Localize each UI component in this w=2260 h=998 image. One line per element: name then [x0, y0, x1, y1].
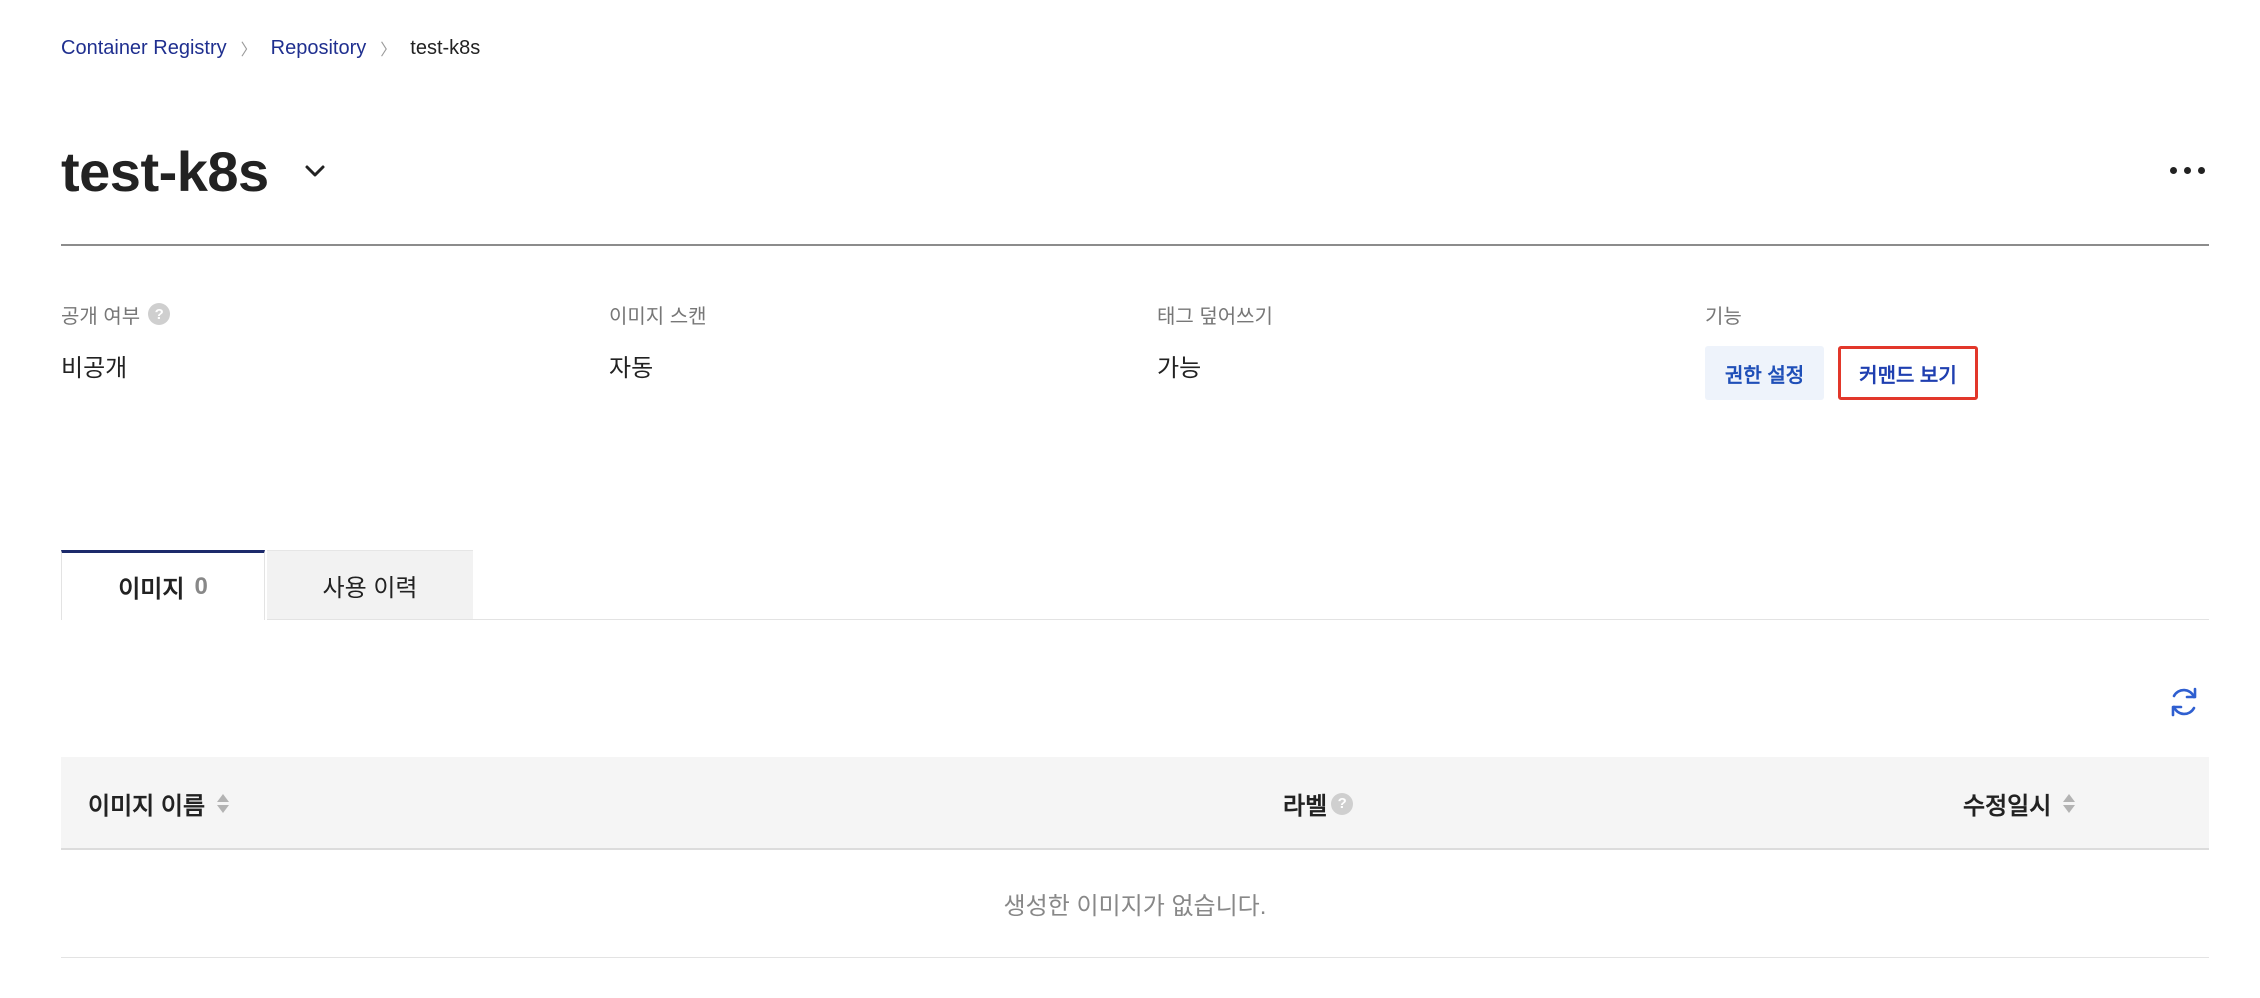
images-table: 이미지 이름 라벨 ? 수정일시 생성한 이미지가 없습니다. [61, 757, 2209, 958]
functions-buttons: 권한 설정 커맨드 보기 [1705, 346, 1978, 400]
chevron-down-icon[interactable] [295, 151, 335, 191]
tab-images[interactable]: 이미지 0 [61, 550, 265, 620]
column-modified-at[interactable]: 수정일시 [1963, 757, 2076, 850]
title-divider [61, 244, 2209, 246]
column-image-name[interactable]: 이미지 이름 [88, 757, 230, 850]
breadcrumb-current: test-k8s [410, 36, 481, 59]
view-command-button[interactable]: 커맨드 보기 [1838, 346, 1978, 400]
help-circle-icon[interactable]: ? [1331, 792, 1354, 815]
help-circle-icon[interactable]: ? [148, 303, 171, 325]
permission-settings-button[interactable]: 권한 설정 [1705, 346, 1825, 400]
title-row: test-k8s [61, 136, 2209, 206]
visibility-value: 비공개 [61, 355, 128, 382]
info-functions: 기능 권한 설정 커맨드 보기 [1705, 300, 1978, 400]
breadcrumb-separator-icon: 〉 [240, 42, 257, 59]
breadcrumb-container-registry[interactable]: Container Registry [61, 37, 227, 60]
tabs: 이미지 0 사용 이력 [61, 550, 473, 620]
more-horizontal-icon[interactable] [2165, 150, 2209, 190]
breadcrumb-separator-icon: 〉 [380, 42, 397, 59]
table-header: 이미지 이름 라벨 ? 수정일시 [61, 757, 2209, 850]
column-modified-at-label: 수정일시 [1963, 793, 2052, 820]
info-tag-overwrite: 태그 덮어쓰기 가능 [1157, 300, 1273, 383]
tab-images-label: 이미지 [118, 576, 185, 603]
visibility-label: 공개 여부 [61, 305, 141, 328]
sort-icon[interactable] [2063, 794, 2076, 813]
info-image-scan: 이미지 스캔 자동 [609, 300, 707, 383]
column-label-label: 라벨 [1283, 793, 1328, 820]
tag-overwrite-label: 태그 덮어쓰기 [1157, 305, 1273, 328]
empty-state-message: 생성한 이미지가 없습니다. [61, 850, 2209, 958]
breadcrumb: Container Registry 〉 Repository 〉 test-k… [61, 36, 480, 60]
tag-overwrite-value: 가능 [1157, 355, 1202, 382]
sort-icon[interactable] [217, 794, 230, 813]
tab-usage-history-label: 사용 이력 [322, 575, 418, 602]
tab-usage-history[interactable]: 사용 이력 [267, 550, 473, 620]
tabs-divider [267, 619, 2209, 620]
column-image-name-label: 이미지 이름 [88, 793, 206, 820]
refresh-icon[interactable] [2164, 682, 2204, 722]
info-visibility: 공개 여부 ? 비공개 [61, 300, 171, 383]
image-scan-value: 자동 [609, 355, 654, 382]
tab-images-count: 0 [194, 572, 208, 600]
page-title: test-k8s [61, 139, 269, 203]
column-label: 라벨 ? [1283, 757, 1354, 850]
image-scan-label: 이미지 스캔 [609, 305, 707, 328]
functions-label: 기능 [1705, 305, 1742, 328]
breadcrumb-repository[interactable]: Repository [271, 37, 367, 60]
